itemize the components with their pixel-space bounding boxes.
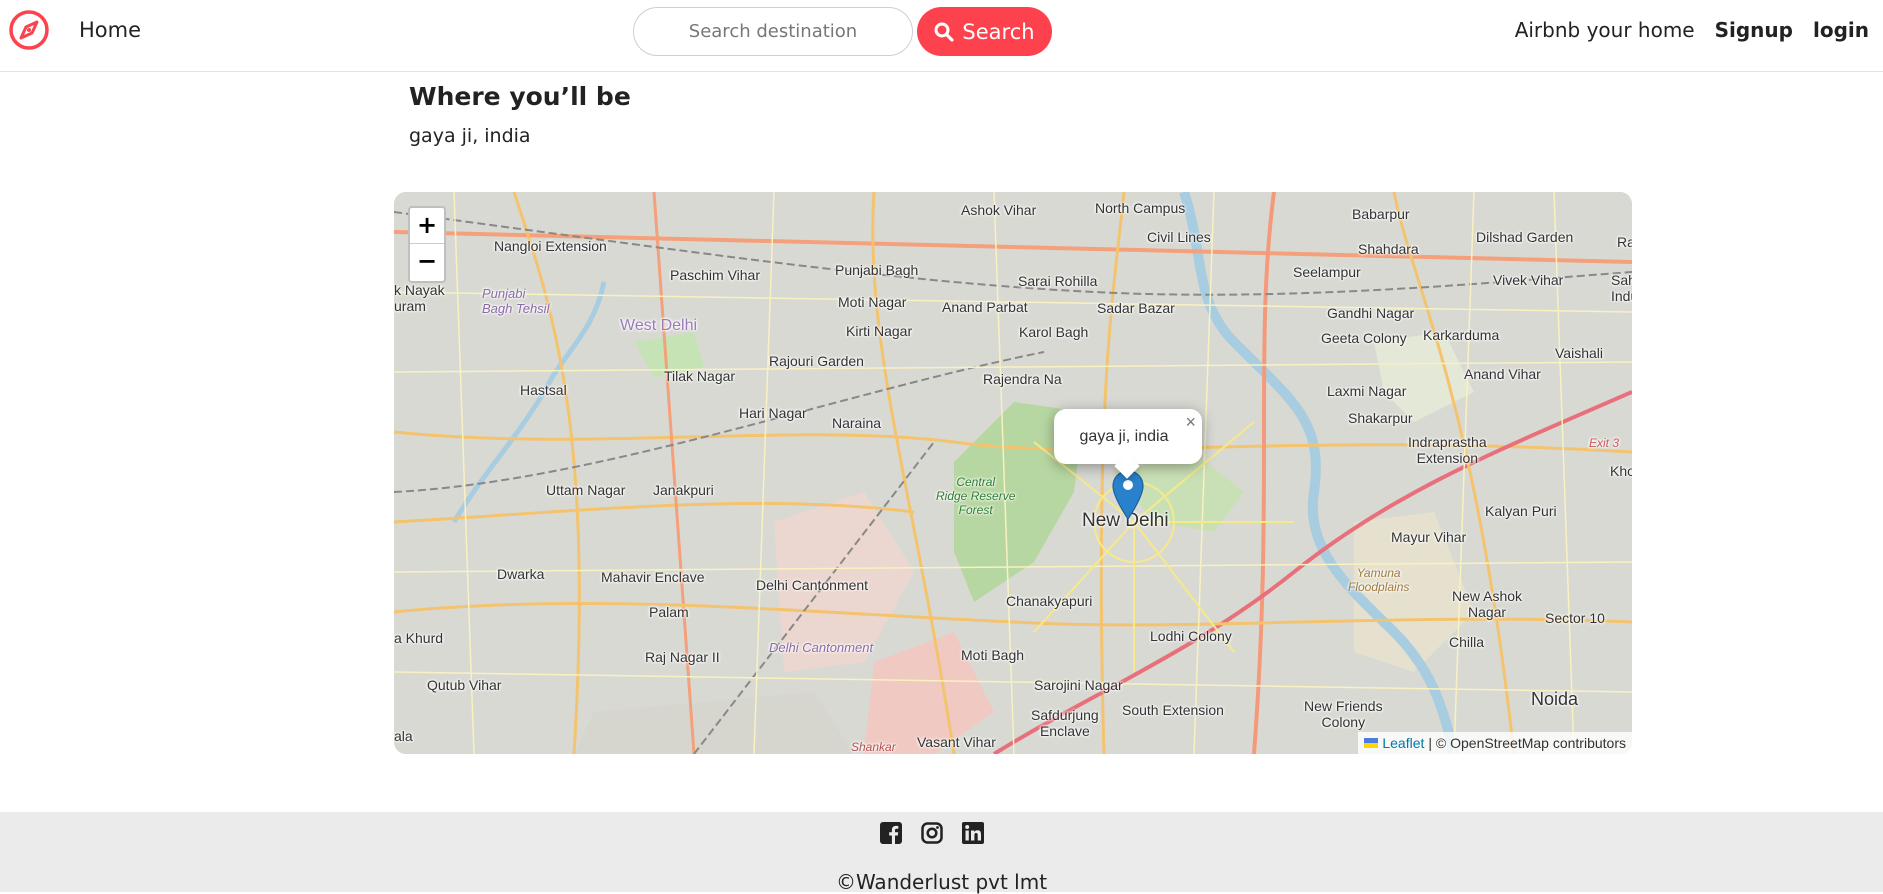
map-label: Sarai Rohilla [1018,273,1098,289]
nav-right: Airbnb your home Signup login [1515,18,1869,42]
map-label: Delhi Cantonment [756,577,869,593]
navbar: Home Search Airbnb your home Signup logi… [0,0,1883,72]
login-link[interactable]: login [1813,18,1869,42]
nav-home-link[interactable]: Home [79,18,141,42]
map-label: Central Ridge Reserve Forest [936,475,1016,517]
map-label: Paschim Vihar [670,267,761,283]
signup-link[interactable]: Signup [1715,18,1793,42]
linkedin-icon[interactable] [962,822,984,844]
map-label: Tilak Nagar [664,368,736,384]
location-text: gaya ji, india [409,125,531,147]
map-label: Mayur Vihar [1391,529,1467,545]
map-label: Palam [649,604,689,620]
copyright-text: ©Wanderlust pvt lmt [835,870,1048,894]
map-label: Vasant Vihar [917,734,996,750]
map-label: Janakpuri [653,482,714,498]
search-button-label: Search [962,19,1035,44]
map-tiles [394,192,1632,754]
map-label: Moti Nagar [838,294,907,310]
map-label: Karkarduma [1423,327,1500,343]
map-label: New Ashok Nagar [1452,588,1523,620]
map-popup: gaya ji, india × [1054,409,1202,479]
map-attribution: Leaflet | © OpenStreetMap contributors [1358,732,1632,754]
map-label: Safdurjung Enclave [1031,707,1099,739]
map-label: Vivek Vihar [1493,272,1564,288]
map-label: Kho [1610,463,1632,479]
map-label: Yamuna Floodplains [1348,566,1410,594]
map-label: Indraprastha Extension [1408,434,1487,466]
map-label: West Delhi [620,317,698,334]
map-label: Sah Indus [1611,272,1632,304]
map-label: Shakarpur [1348,410,1413,426]
map-label: k Nayak uram [394,282,445,314]
map-label: Rajouri Garden [769,353,864,369]
attribution-text: | © OpenStreetMap contributors [1428,735,1626,751]
map-label: New Friends Colony [1304,698,1383,730]
close-icon[interactable]: × [1185,413,1196,431]
map-label: South Extension [1122,702,1224,718]
map-label: Moti Bagh [961,647,1025,663]
map-label: Sector 10 [1545,610,1605,626]
airbnb-your-home-link[interactable]: Airbnb your home [1515,18,1695,42]
map-label: Dwarka [497,566,545,582]
map-label: Shahdara [1358,241,1419,257]
map-label: Vaishali [1555,345,1603,361]
map-label: Gandhi Nagar [1327,305,1415,321]
map-label: Raj Nagar II [645,649,720,665]
map-label: Civil Lines [1147,229,1211,245]
map-label: Babarpur [1352,206,1410,222]
map-label: Punjabi Bagh Tehsil [482,286,550,316]
map-label: Anand Vihar [1464,366,1541,382]
map-label: Punjabi Bagh [835,262,919,278]
map-label: Kirti Nagar [846,323,913,339]
map-label: Exit 3 [1589,436,1620,450]
footer: ©Wanderlust pvt lmt [0,812,1883,894]
zoom-control: + − [408,206,446,283]
map-label: Sadar Bazar [1097,300,1175,316]
map-label: North Campus [1095,200,1186,216]
map-label: Chilla [1449,634,1485,650]
search-button[interactable]: Search [917,7,1052,56]
map-label: Lodhi Colony [1150,628,1232,644]
leaflet-link[interactable]: Leaflet [1382,735,1424,751]
map-label: Karol Bagh [1019,324,1089,340]
map-label: Noida [1531,689,1579,709]
map-label: Ra [1617,234,1632,250]
map-label: Naraina [832,415,882,431]
search-input[interactable] [633,7,913,56]
map-label: a Khurd [394,630,444,646]
zoom-out-button[interactable]: − [410,244,444,280]
section-title: Where you’ll be [409,82,631,111]
zoom-in-button[interactable]: + [410,208,444,244]
map-label: Rajendra Na [983,371,1062,387]
compass-icon[interactable] [8,9,50,51]
map-label: Qutub Vihar [427,677,502,693]
map-label: Chanakyapuri [1006,593,1093,609]
map-label: Nangloi Extension [494,238,607,254]
map-label: Delhi Cantonment [769,640,874,655]
facebook-icon[interactable] [880,822,902,844]
instagram-icon[interactable] [921,822,943,844]
map-label: Hari Nagar [739,405,807,421]
map-label: Sarojini Nagar [1034,677,1123,693]
map-label: Kalyan Puri [1485,503,1557,519]
map-label: Hastsal [520,382,567,398]
map-label: Shankar [851,740,896,754]
map-label: Dilshad Garden [1476,229,1574,245]
search-icon [934,22,955,42]
map-label: Anand Parbat [942,299,1028,315]
map-label: Mahavir Enclave [601,569,705,585]
map[interactable]: Ashok Vihar North Campus Babarpur Nanglo… [394,192,1632,754]
ukraine-flag-icon [1364,738,1379,748]
social-links [880,822,984,844]
map-label: ala [394,728,413,744]
map-label: Ashok Vihar [961,202,1037,218]
map-label: Geeta Colony [1321,330,1407,346]
map-label: Seelampur [1293,264,1361,280]
map-label: Laxmi Nagar [1327,383,1407,399]
map-label: Uttam Nagar [546,482,626,498]
